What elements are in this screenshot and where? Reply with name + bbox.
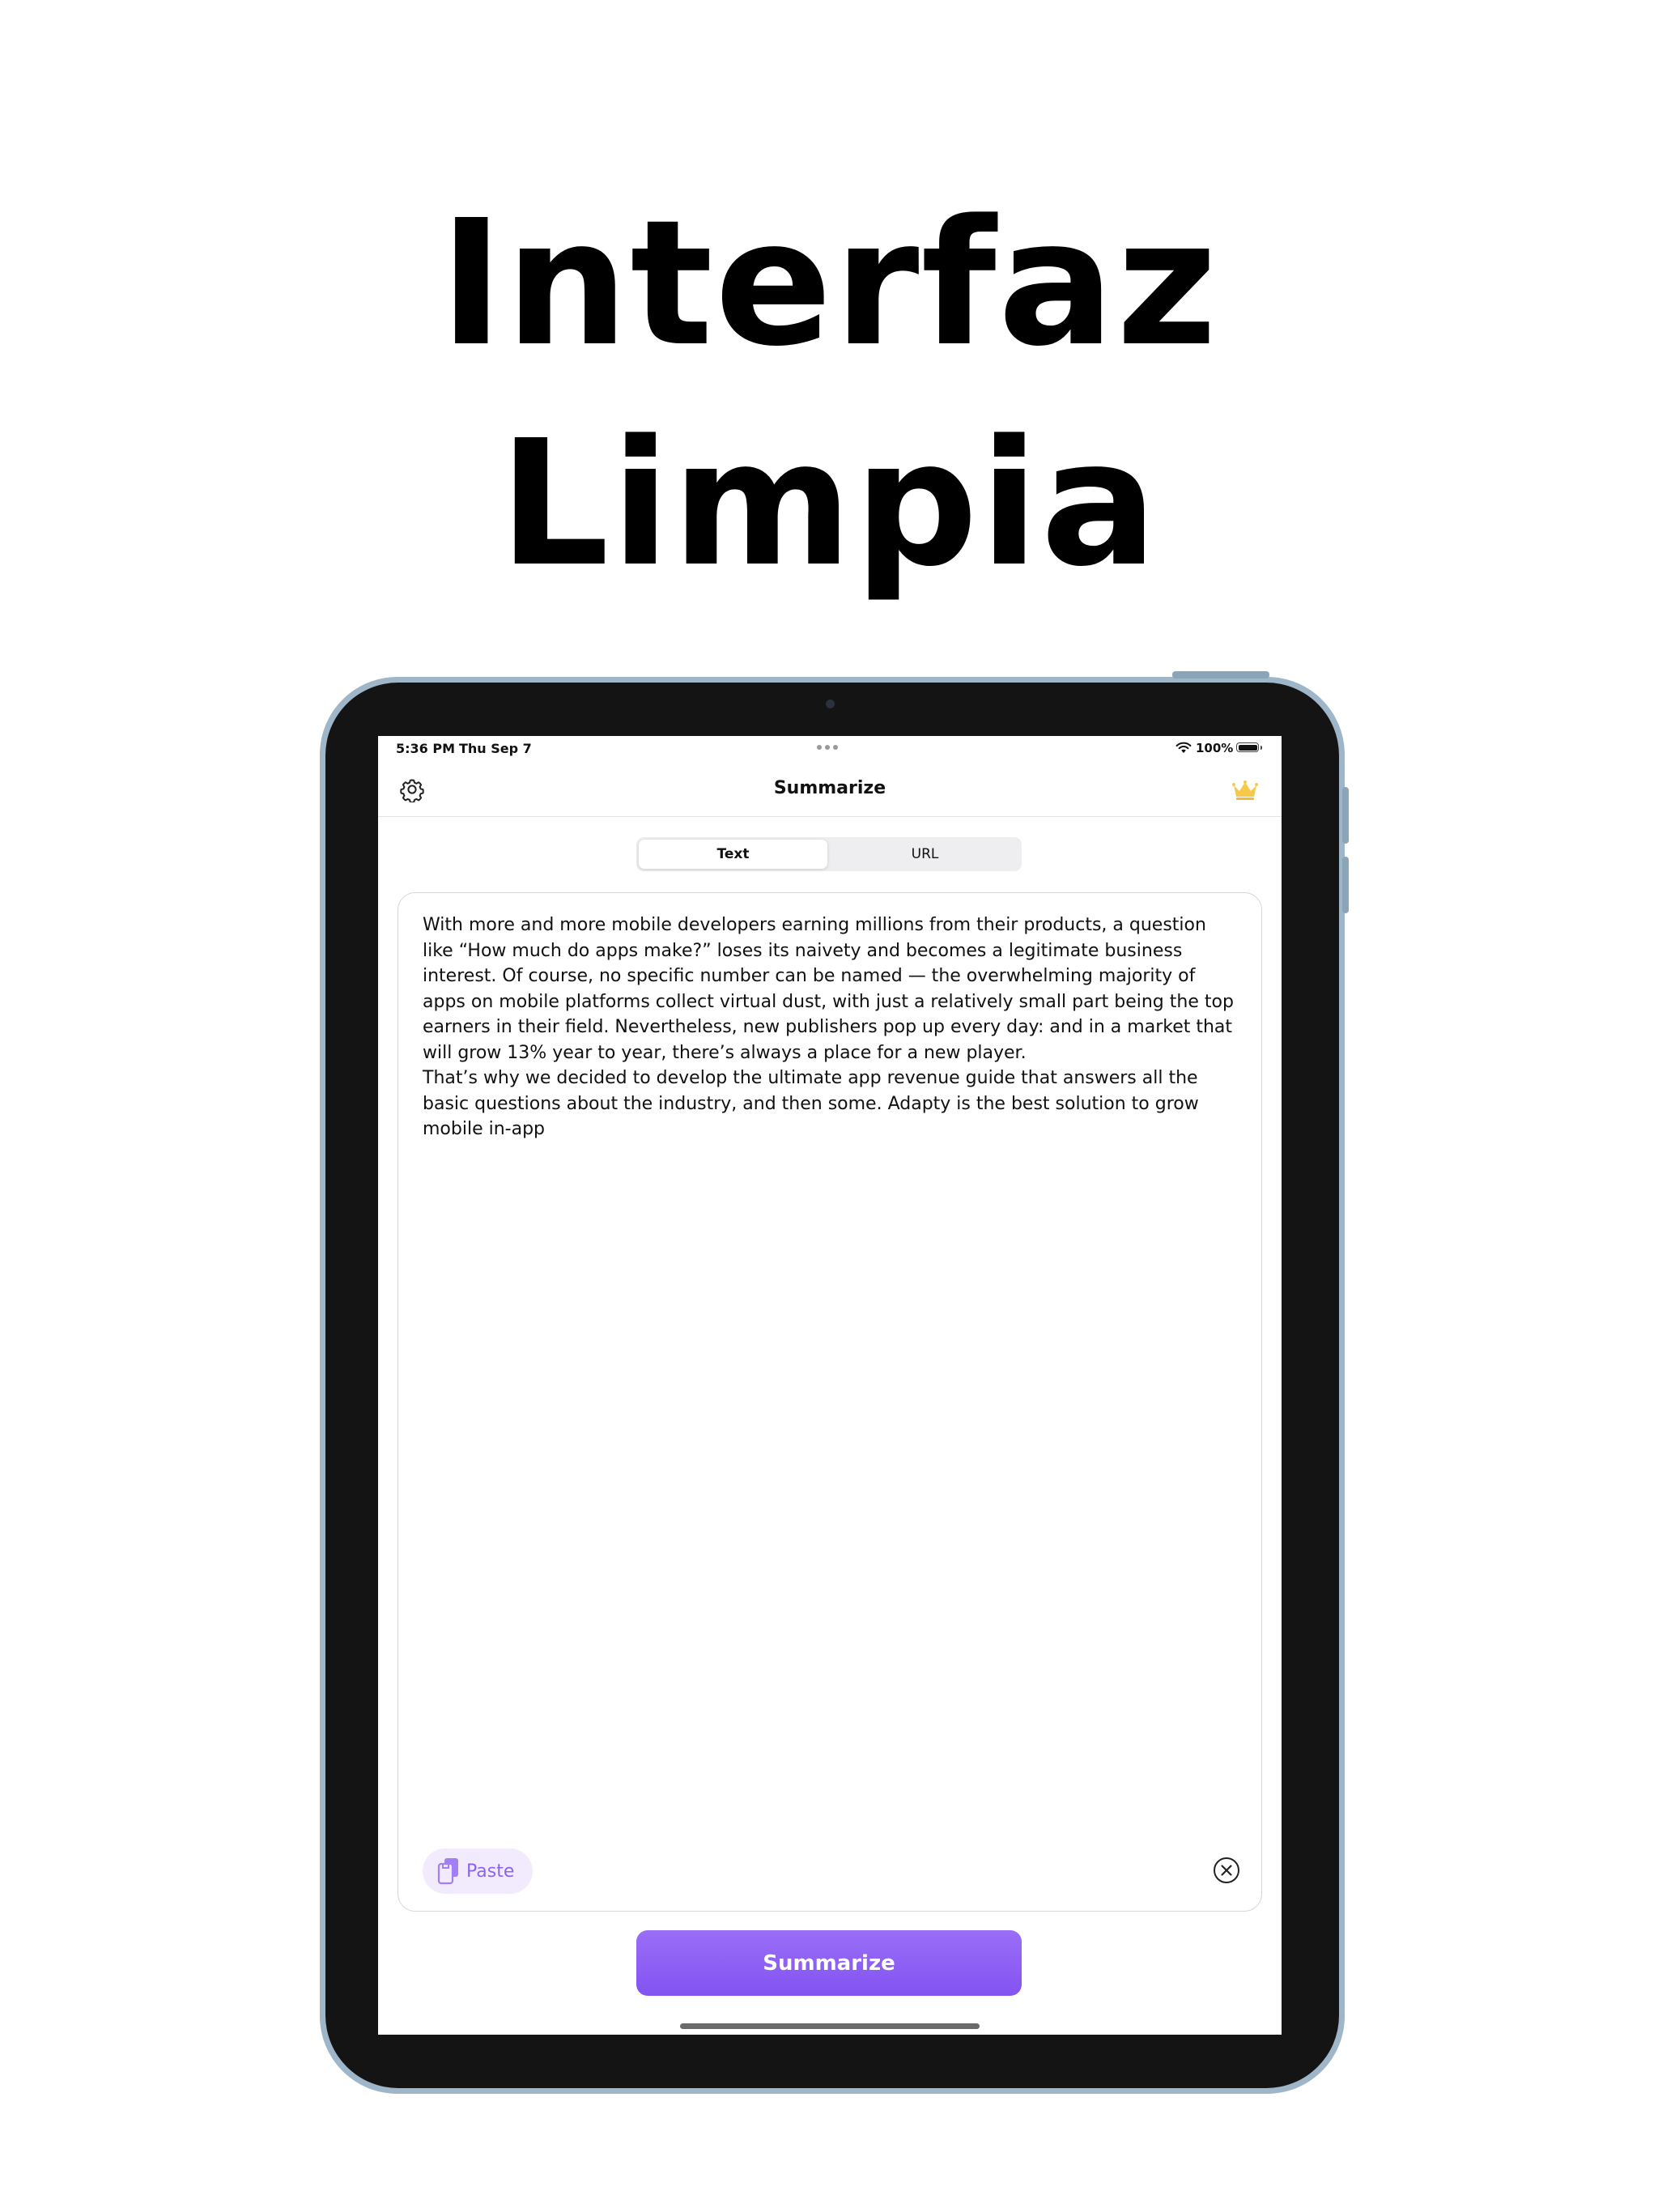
text-input-area[interactable]: With more and more mobile developers ear… bbox=[397, 892, 1262, 1912]
crown-icon[interactable] bbox=[1231, 780, 1259, 801]
summarize-button[interactable]: Summarize bbox=[636, 1930, 1022, 1996]
tab-text[interactable]: Text bbox=[639, 840, 827, 869]
battery-percent: 100% bbox=[1196, 741, 1234, 755]
nav-bar: Summarize bbox=[378, 762, 1282, 817]
top-button bbox=[1172, 671, 1269, 678]
clipboard-icon bbox=[437, 1858, 458, 1885]
status-date: Thu Sep 7 bbox=[459, 741, 532, 756]
status-time: 5:36 PM bbox=[396, 741, 456, 756]
multitasking-dots-icon[interactable] bbox=[817, 745, 838, 750]
home-indicator[interactable] bbox=[680, 2023, 980, 2029]
headline-line-1: Interfaz bbox=[439, 183, 1219, 385]
app-screen: 5:36 PM Thu Sep 7 100% Summarize Text UR… bbox=[378, 736, 1282, 2035]
input-mode-segmented-control: Text URL bbox=[636, 837, 1022, 871]
close-circle-icon[interactable] bbox=[1213, 1857, 1240, 1884]
headline-line-2: Limpia bbox=[499, 403, 1159, 605]
input-text[interactable]: With more and more mobile developers ear… bbox=[423, 912, 1240, 1142]
paste-button[interactable]: Paste bbox=[423, 1848, 533, 1894]
tab-url[interactable]: URL bbox=[831, 840, 1019, 869]
headline: Interfaz Limpia bbox=[0, 174, 1658, 615]
volume-up-button bbox=[1342, 787, 1349, 844]
volume-down-button bbox=[1342, 857, 1349, 913]
status-bar: 5:36 PM Thu Sep 7 100% bbox=[378, 736, 1282, 762]
page-title: Summarize bbox=[773, 778, 886, 798]
wifi-icon bbox=[1175, 742, 1192, 753]
battery-icon bbox=[1236, 742, 1262, 752]
front-camera bbox=[826, 700, 835, 708]
paste-label: Paste bbox=[466, 1861, 515, 1882]
